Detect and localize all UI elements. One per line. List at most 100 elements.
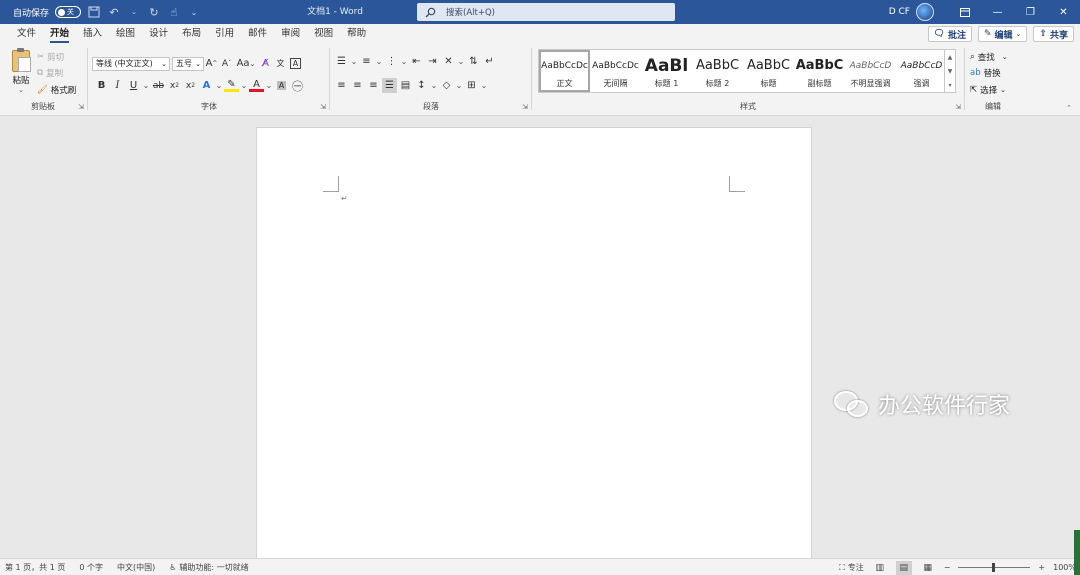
style-normal[interactable]: AaBbCcDc 正文 [539, 50, 590, 92]
show-paragraph-marks-icon[interactable]: ↵ [482, 54, 497, 69]
align-right-icon[interactable]: ≡ [366, 78, 381, 93]
character-border-icon[interactable]: A [288, 56, 303, 71]
web-layout-icon[interactable]: ▦ [920, 561, 936, 575]
underline-icon[interactable]: U [126, 78, 141, 93]
cut-button[interactable]: ✂ 剪切 [37, 51, 64, 63]
bullets-icon[interactable]: ☰ [334, 54, 349, 69]
touch-mode-icon[interactable]: ☝ [167, 5, 181, 19]
style-subtle-emphasis[interactable]: AaBbCcD 不明显强调 [845, 50, 896, 92]
tab-home[interactable]: 开始 [43, 24, 76, 44]
subscript-icon[interactable]: x2 [167, 78, 182, 93]
phonetic-guide-icon[interactable]: 文 [273, 56, 288, 71]
chevron-down-icon[interactable]: ⌄ [400, 54, 408, 69]
comments-button[interactable]: 🗨 批注 [927, 26, 972, 42]
zoom-thumb[interactable] [992, 563, 996, 572]
chevron-up-icon[interactable]: ▲ [948, 54, 953, 61]
close-icon[interactable]: ✕ [1047, 0, 1080, 24]
ribbon-display-options-icon[interactable] [948, 0, 981, 24]
avatar[interactable] [916, 3, 934, 21]
sort-icon[interactable]: ⇅ [466, 54, 481, 69]
shrink-font-icon[interactable]: Aˇ [219, 56, 234, 71]
tab-draw[interactable]: 绘图 [109, 24, 142, 44]
undo-icon[interactable]: ↶ [107, 5, 121, 19]
numbering-icon[interactable]: ≡ [359, 54, 374, 69]
font-name-select[interactable]: 等线 (中文正文) ⌄ [92, 56, 170, 71]
align-left-icon[interactable]: ≡ [334, 78, 349, 93]
tab-file[interactable]: 文件 [10, 24, 43, 44]
page-info[interactable]: 第 1 页，共 1 页 [5, 562, 65, 573]
style-emphasis[interactable]: AaBbCcD 强调 [896, 50, 947, 92]
chevron-down-icon[interactable]: ⌄ [430, 78, 438, 93]
increase-indent-icon[interactable]: ⇥ [425, 54, 440, 69]
focus-button[interactable]: ⛶ 专注 [839, 562, 864, 573]
chevron-down-icon[interactable]: ⌄ [142, 78, 150, 93]
chevron-down-icon[interactable]: ⌄ [265, 78, 273, 93]
style-heading-1[interactable]: AaBl 标题 1 [641, 50, 692, 92]
bold-icon[interactable]: B [94, 78, 109, 93]
tab-insert[interactable]: 插入 [76, 24, 109, 44]
borders-icon[interactable]: ⊞ [464, 78, 479, 93]
document-page[interactable]: ↵ [256, 127, 812, 567]
undo-dropdown-icon[interactable]: ⌄ [127, 5, 141, 19]
language[interactable]: 中文(中国) [117, 562, 155, 573]
chevron-down-icon[interactable]: ⌄ [375, 54, 383, 69]
share-button[interactable]: ⇪ 共享 [1033, 26, 1074, 42]
styles-launcher-icon[interactable]: ⇲ [955, 103, 961, 111]
find-button[interactable]: ⌕ 查找 ⌄ [970, 51, 1008, 63]
chinese-layout-icon[interactable]: ✕ [441, 54, 456, 69]
zoom-out-icon[interactable]: − [944, 563, 951, 572]
chevron-down-icon[interactable]: ▼ [948, 68, 953, 75]
copy-button[interactable]: ⧉ 复制 [37, 67, 63, 79]
save-icon[interactable] [87, 5, 101, 19]
accessibility-status[interactable]: ♿ 辅助功能: 一切就绪 [169, 562, 248, 573]
line-spacing-icon[interactable]: ↕ [414, 78, 429, 93]
distributed-icon[interactable]: ▤ [398, 78, 413, 93]
user-name[interactable]: D CF [889, 7, 910, 17]
collapse-ribbon-icon[interactable]: ⌃ [1066, 104, 1072, 112]
style-heading-2[interactable]: AaBbC 标题 2 [692, 50, 743, 92]
clipboard-launcher-icon[interactable]: ⇲ [78, 103, 84, 111]
tab-help[interactable]: 帮助 [340, 24, 373, 44]
tab-review[interactable]: 审阅 [274, 24, 307, 44]
paragraph-launcher-icon[interactable]: ⇲ [522, 103, 528, 111]
zoom-level[interactable]: 100% [1053, 563, 1076, 572]
replace-button[interactable]: ab 替换 [970, 67, 1001, 79]
grow-font-icon[interactable]: A ^ [204, 56, 219, 71]
print-layout-icon[interactable]: ▤ [895, 560, 912, 575]
zoom-in-icon[interactable]: + [1038, 563, 1045, 572]
chevron-down-icon[interactable]: ⌄ [240, 78, 248, 93]
more-styles-icon[interactable]: ▾ [948, 82, 951, 89]
redo-icon[interactable]: ↻ [147, 5, 161, 19]
italic-icon[interactable]: I [110, 78, 125, 93]
tab-references[interactable]: 引用 [208, 24, 241, 44]
character-shading-icon[interactable]: A [274, 78, 289, 93]
restore-icon[interactable]: ❐ [1014, 0, 1047, 24]
enclose-characters-icon[interactable]: ㊀ [290, 78, 305, 93]
read-mode-icon[interactable]: ▥ [872, 561, 888, 575]
tab-design[interactable]: 设计 [142, 24, 175, 44]
autosave-toggle[interactable]: 关 [55, 6, 82, 18]
font-launcher-icon[interactable]: ⇲ [320, 103, 326, 111]
style-subtitle[interactable]: AaBbC 副标题 [794, 50, 845, 92]
tab-mailings[interactable]: 邮件 [241, 24, 274, 44]
chevron-down-icon[interactable]: ⌄ [215, 78, 223, 93]
decrease-indent-icon[interactable]: ⇤ [409, 54, 424, 69]
clear-formatting-icon[interactable]: A̸ [258, 56, 273, 71]
change-case-button[interactable]: Aa ⌄ [234, 56, 258, 71]
zoom-slider[interactable] [958, 563, 1031, 572]
style-title[interactable]: AaBbC 标题 [743, 50, 794, 92]
superscript-icon[interactable]: x2 [183, 78, 198, 93]
multilevel-list-icon[interactable]: ⋮ [384, 54, 399, 69]
styles-scroll[interactable]: ▲ ▼ ▾ [944, 50, 955, 92]
chevron-down-icon[interactable]: ⌄ [457, 54, 465, 69]
format-painter-button[interactable]: 🖌 格式刷 [37, 84, 76, 96]
document-area[interactable]: ↵ [0, 117, 1080, 567]
minimize-icon[interactable]: — [981, 0, 1014, 24]
tab-view[interactable]: 视图 [307, 24, 340, 44]
align-center-icon[interactable]: ≡ [350, 78, 365, 93]
style-no-spacing[interactable]: AaBbCcDc 无间隔 [590, 50, 641, 92]
text-effects-icon[interactable]: A [199, 78, 214, 93]
chevron-down-icon[interactable]: ⌄ [350, 54, 358, 69]
customize-qat-icon[interactable]: ⌄ [187, 5, 201, 19]
paste-button[interactable]: 粘贴 ⌄ [8, 48, 34, 94]
